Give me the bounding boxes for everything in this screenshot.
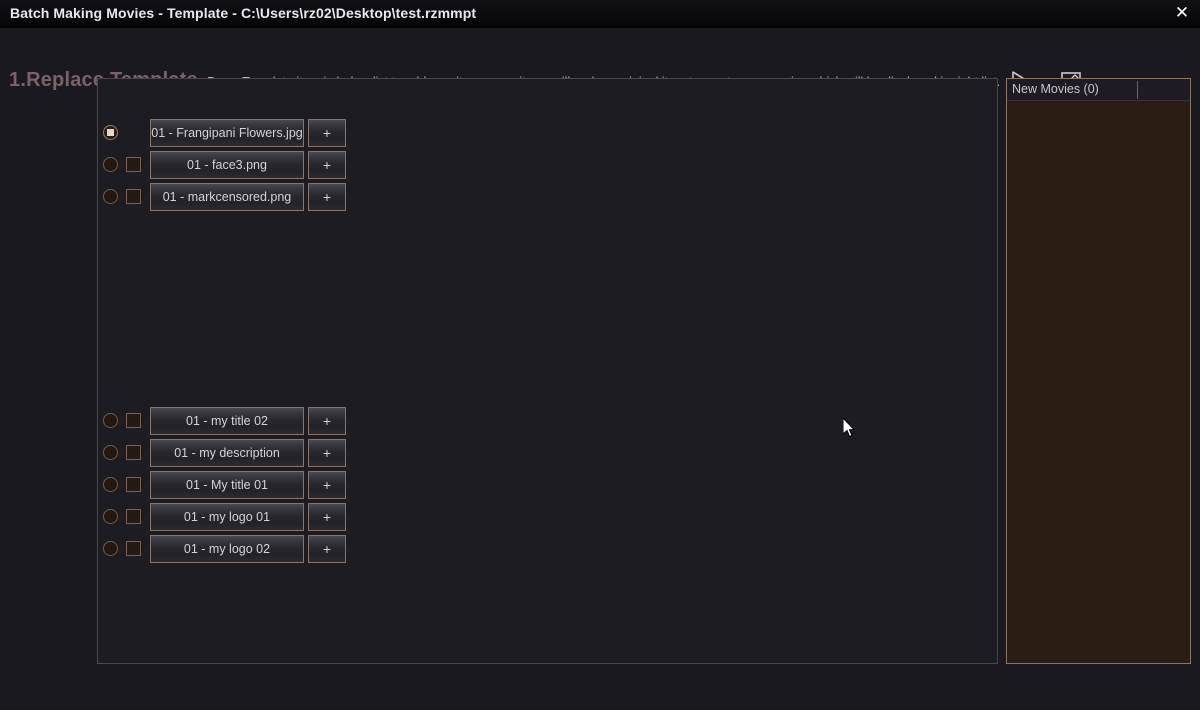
reference-line-radio[interactable] [103, 157, 118, 172]
add-item-button[interactable]: + [308, 535, 346, 563]
new-movies-header: New Movies (0) [1007, 79, 1190, 101]
template-item-button[interactable]: 01 - My title 01 [150, 471, 304, 499]
reference-line-radio[interactable] [103, 477, 118, 492]
template-row: Text 401 - my logo 02+ [0, 533, 1000, 565]
add-item-button[interactable]: + [308, 151, 346, 179]
auto-adjust-checkbox[interactable] [126, 477, 141, 492]
reference-line-radio[interactable] [103, 189, 118, 204]
template-row: Overlay 101 - markcensored.png+ [0, 181, 1000, 213]
close-icon[interactable]: ✕ [1170, 2, 1194, 24]
add-item-button[interactable]: + [308, 439, 346, 467]
template-row: Overlay 2 [0, 213, 1000, 245]
add-item-button[interactable]: + [308, 183, 346, 211]
template-item-button[interactable]: 01 - face3.png [150, 151, 304, 179]
template-row: Text 201 - My title 01+ [0, 469, 1000, 501]
template-row: Audio [0, 341, 1000, 373]
template-item-button[interactable]: 01 - Frangipani Flowers.jpg [150, 119, 304, 147]
template-row: Text 5 [0, 565, 1000, 597]
template-item-button[interactable]: 01 - my logo 02 [150, 535, 304, 563]
auto-adjust-checkbox[interactable] [126, 509, 141, 524]
template-row: Overlay 3 [0, 245, 1000, 277]
new-movies-panel[interactable]: New Movies (0) [1006, 78, 1191, 664]
step-header: 1.Replace Template- Press Template item … [0, 28, 1200, 93]
template-item-button[interactable]: 01 - markcensored.png [150, 183, 304, 211]
add-item-button[interactable]: + [308, 407, 346, 435]
auto-adjust-checkbox[interactable] [126, 189, 141, 204]
template-item-button[interactable]: 01 - my logo 01 [150, 503, 304, 531]
template-row: Video01 - Frangipani Flowers.jpg+ [0, 117, 1000, 149]
app-window: Batch Making Movies - Template - C:\User… [0, 0, 1200, 710]
add-item-button[interactable]: + [308, 503, 346, 531]
reference-line-radio[interactable] [103, 445, 118, 460]
template-row: Music [0, 373, 1000, 405]
auto-adjust-checkbox[interactable] [126, 157, 141, 172]
template-row: Text 101 - my description+ [0, 437, 1000, 469]
bottom-bar: : Set As Reference Line(Primary Key) ✓ :… [0, 672, 1200, 710]
reference-line-radio[interactable] [103, 541, 118, 556]
template-item-button[interactable]: 01 - my description [150, 439, 304, 467]
template-item-button[interactable]: 01 - my title 02 [150, 407, 304, 435]
auto-adjust-checkbox[interactable] [126, 541, 141, 556]
add-item-button[interactable]: + [308, 471, 346, 499]
template-row: Background [0, 85, 1000, 117]
auto-adjust-checkbox[interactable] [126, 413, 141, 428]
new-movies-count-label: New Movies (0) [1012, 82, 1099, 96]
title-bar: Batch Making Movies - Template - C:\User… [0, 0, 1200, 28]
template-row: Subtitle [0, 597, 1000, 629]
window-title: Batch Making Movies - Template - C:\User… [10, 5, 477, 21]
add-item-button[interactable]: + [308, 119, 346, 147]
mouse-cursor [842, 416, 857, 440]
reference-line-radio[interactable] [103, 509, 118, 524]
auto-adjust-checkbox[interactable] [126, 445, 141, 460]
template-row: Overlay 4 [0, 277, 1000, 309]
template-row: Text 301 - my logo 01+ [0, 501, 1000, 533]
reference-line-radio[interactable] [103, 125, 118, 140]
reference-line-radio[interactable] [103, 413, 118, 428]
template-row: Overlay 5 [0, 309, 1000, 341]
column-separator[interactable] [1137, 81, 1138, 99]
template-row: Overlay 001 - face3.png+ [0, 149, 1000, 181]
